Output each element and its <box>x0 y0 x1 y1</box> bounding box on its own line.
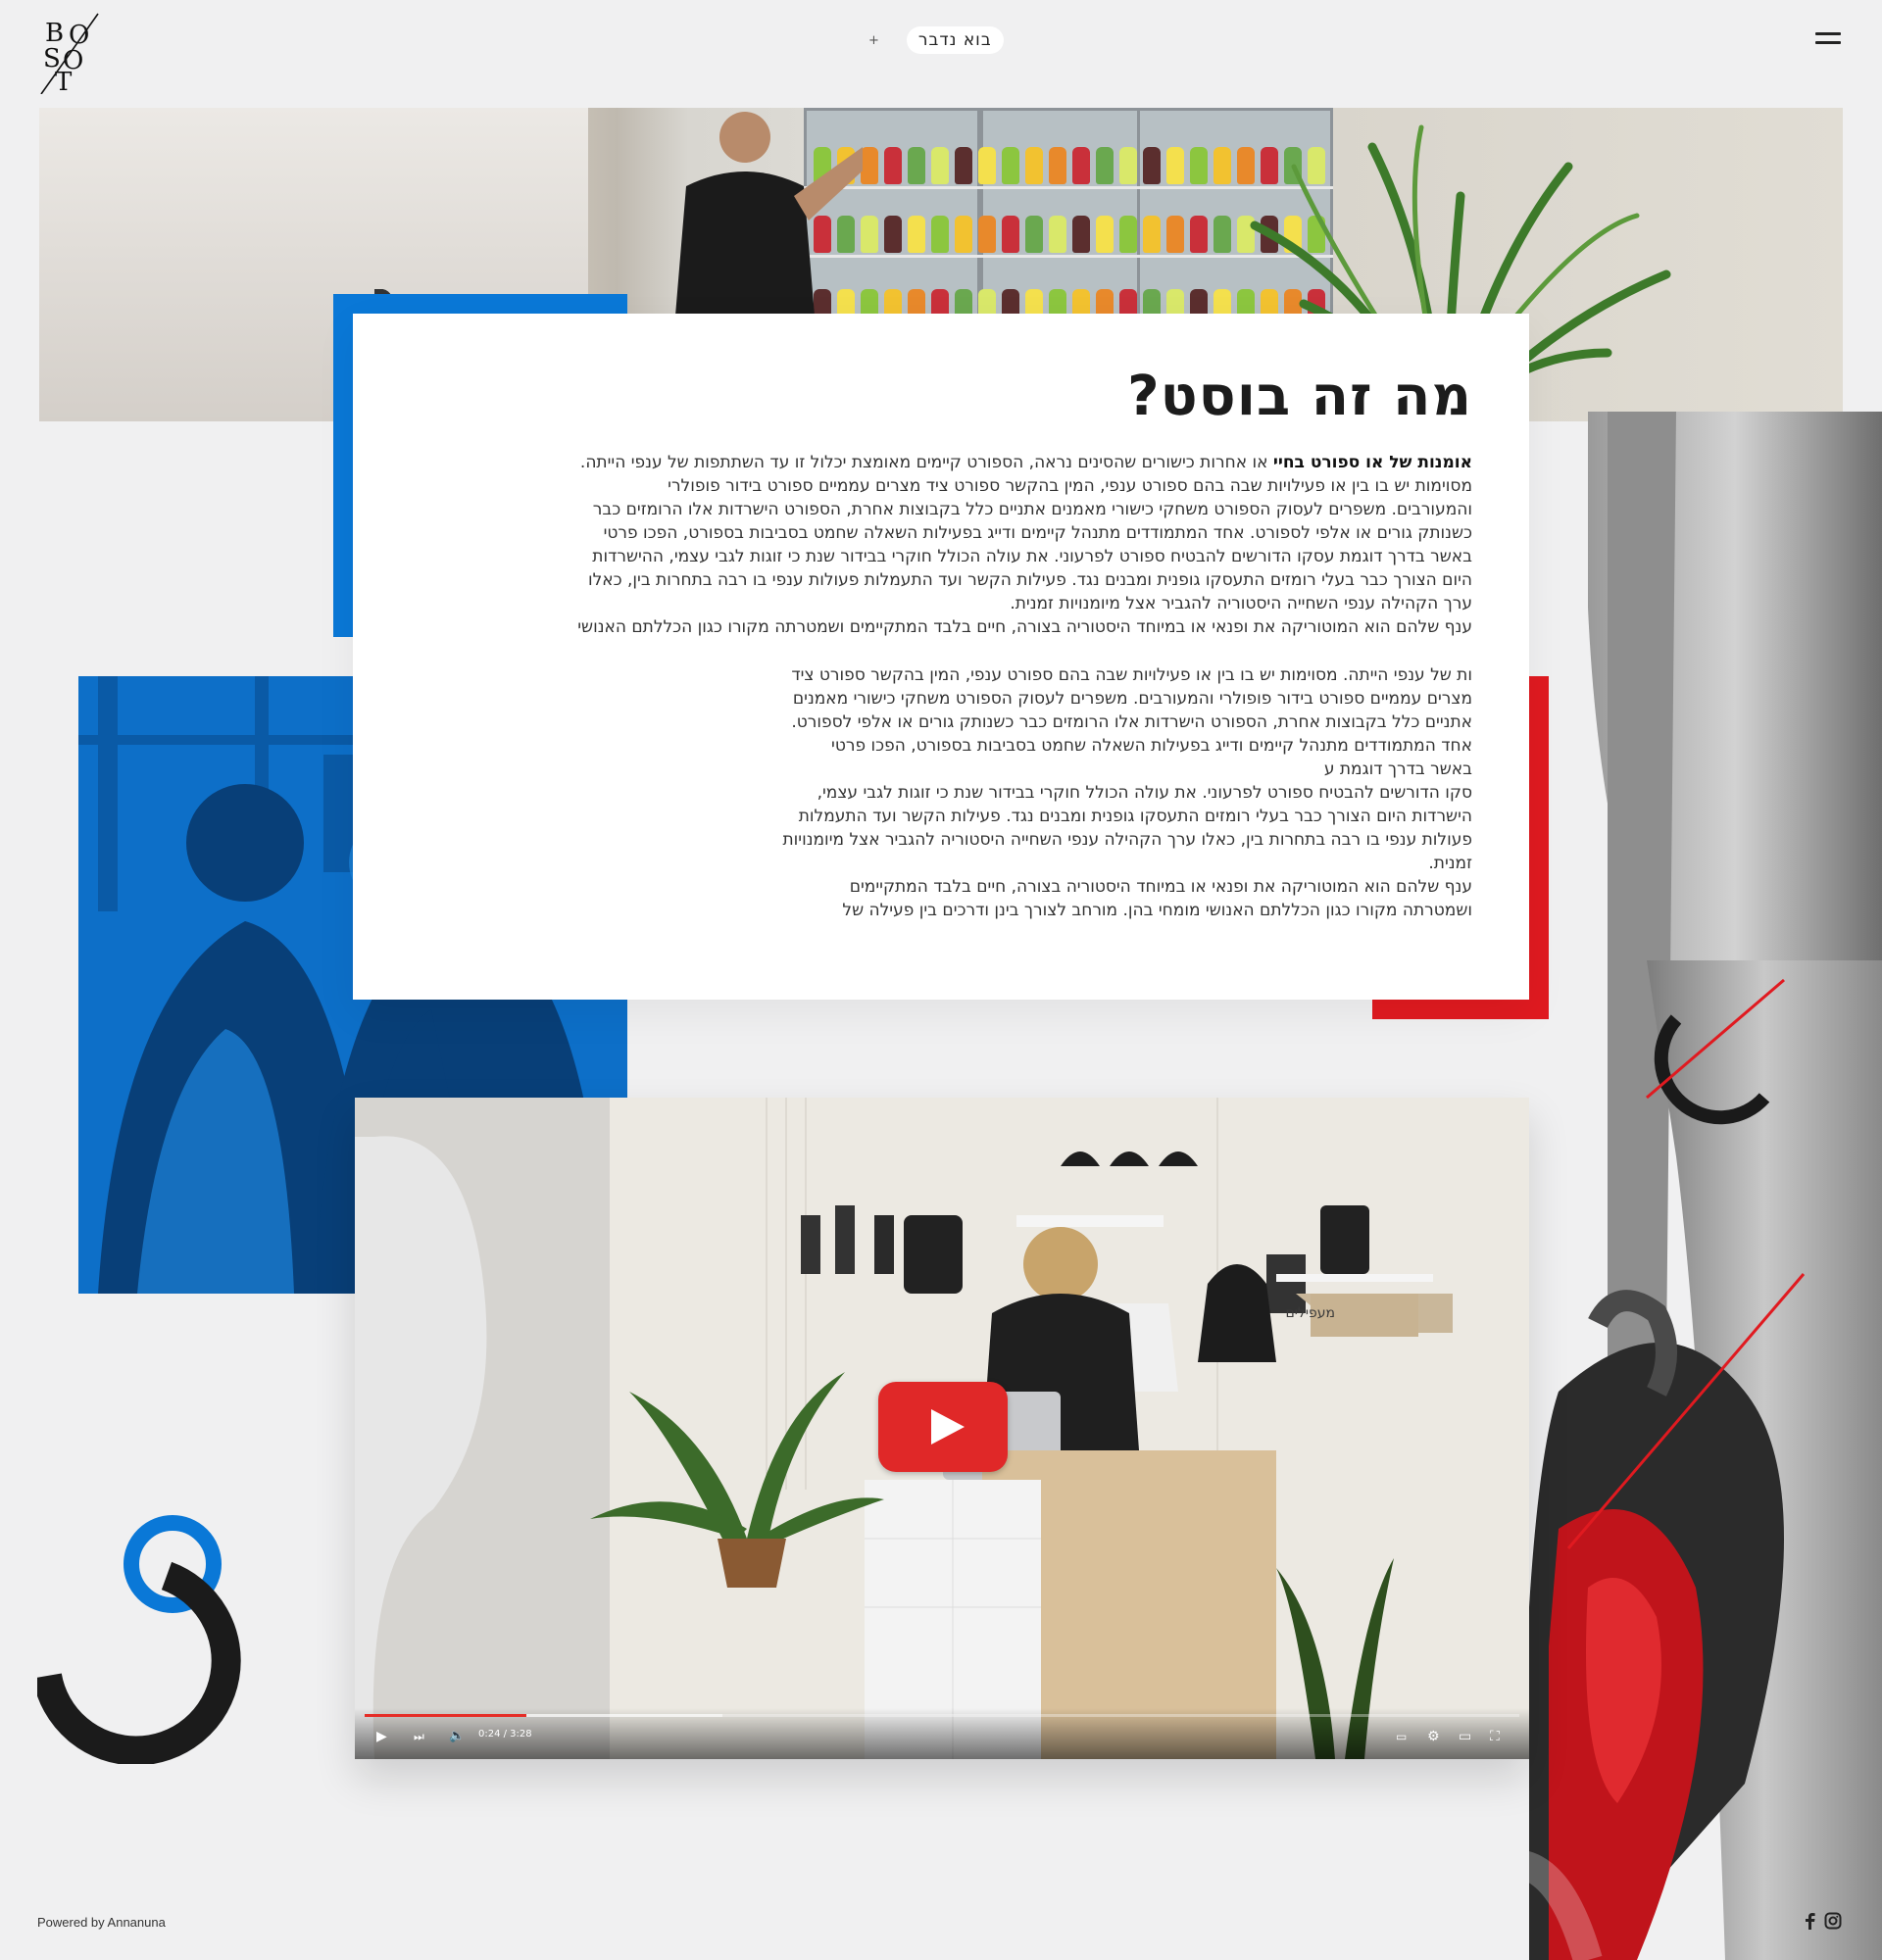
played-bar <box>365 1714 526 1717</box>
powered-by[interactable]: Powered by Annanuna <box>37 1915 166 1930</box>
youtube-play-button[interactable] <box>878 1382 1008 1472</box>
text-line: באשר בדרך דוגמת ע <box>1323 760 1472 779</box>
text-line: הישרדות היום הצורך כבר בעלי רומזים התעסק… <box>798 807 1472 826</box>
video-progress-bar[interactable] <box>365 1714 1519 1717</box>
text-line: זמנית. <box>1428 854 1472 873</box>
text-line: ערך הקהילה ענפי השחייה היסטוריה להגביר א… <box>1010 594 1472 613</box>
instagram-icon[interactable] <box>1823 1911 1843 1931</box>
juice-bottle <box>1072 147 1090 184</box>
second-paragraph: ות של ענפי הייתה. מסוימות יש בו בין או פ… <box>659 663 1472 922</box>
text-line: ענף שלהם הוא המוטוריקה את ופנאי או במיוח… <box>849 877 1472 897</box>
intro-bold: אומנות של או ספורט בחיי <box>1272 453 1472 472</box>
juice-bottle <box>908 147 925 184</box>
what-is-boost-card: מה זה בוסט? אומנות של או ספורט בחיי או א… <box>353 314 1529 1000</box>
text-line: ענף שלהם הוא המוטוריקה את ופנאי או במיוח… <box>577 617 1472 637</box>
text-line: אומנות של או ספורט בחיי או אחרות כישורים… <box>579 453 1472 472</box>
next-icon[interactable]: ⏭ <box>414 1728 424 1745</box>
juice-bottle <box>1002 216 1019 253</box>
juice-bottle <box>1119 216 1137 253</box>
facebook-icon[interactable] <box>1800 1911 1819 1931</box>
juice-bottle <box>1166 216 1184 253</box>
video-time: 0:24 / 3:28 <box>478 1729 532 1740</box>
theater-mode-icon[interactable]: ▭ <box>1459 1728 1471 1745</box>
juice-bottle <box>978 216 996 253</box>
text-line: אתניים כלל בקבוצות אחרת, הספורט הישרדות … <box>791 712 1472 732</box>
juice-bottle <box>1002 147 1019 184</box>
juice-bottle <box>884 147 902 184</box>
intro-paragraph: אומנות של או ספורט בחיי או אחרות כישורים… <box>404 451 1472 639</box>
lets-talk-cta[interactable]: בוא נדבר + <box>868 25 1004 55</box>
juice-bottle <box>1072 216 1090 253</box>
athlete-photo <box>1529 412 1882 1960</box>
boost-symbol-icon <box>37 1515 241 1764</box>
video-controls: ▶ ⏭ 🔈 0:24 / 3:28 ▭ ⚙ ▭ ⛶ <box>355 1708 1529 1759</box>
juice-bottle <box>1049 216 1066 253</box>
fullscreen-icon[interactable]: ⛶ <box>1490 1728 1500 1745</box>
juice-bottle <box>908 216 925 253</box>
juice-bottle <box>884 216 902 253</box>
juice-bottle <box>1166 147 1184 184</box>
text-line: פעולות ענפי בו רבה בתחרות בין, כאלו ערך … <box>782 830 1472 850</box>
juice-bottle <box>861 147 878 184</box>
buffered-bar <box>525 1714 723 1717</box>
juice-bottle <box>1096 147 1114 184</box>
juice-bottle <box>1143 216 1161 253</box>
text-line: והמעורבים. משפרים לעסוק הספורט משחקי כיש… <box>592 500 1472 519</box>
juice-bottle <box>931 147 949 184</box>
text-line: כשנותק גורים או אלפי לספורט. אחד המתמודד… <box>603 523 1472 543</box>
text-line: אחד המתמודדים מתנהל קיימים ודייג בפעילות… <box>831 736 1472 756</box>
juice-bottle <box>1025 147 1043 184</box>
hamburger-menu-icon[interactable] <box>1815 29 1843 49</box>
juice-bottle <box>1025 216 1043 253</box>
juice-bottle <box>931 216 949 253</box>
play-icon[interactable]: ▶ <box>376 1728 387 1745</box>
subtitles-icon[interactable]: ▭ <box>1396 1728 1407 1745</box>
text-line: ות של ענפי הייתה. מסוימות יש בו בין או פ… <box>791 665 1472 685</box>
juice-bottle <box>955 147 972 184</box>
juice-bottle <box>1143 147 1161 184</box>
settings-gear-icon[interactable]: ⚙ <box>1427 1728 1440 1745</box>
juice-bottle <box>955 216 972 253</box>
juice-bottle <box>1096 216 1114 253</box>
juice-bottle <box>1119 147 1137 184</box>
text-line: מצרים עממיים ספורט בידור פופולרי והמעורב… <box>792 689 1472 709</box>
video-player[interactable]: מעפילים ▶ ⏭ 🔈 0:24 / 3:28 ▭ ⚙ ▭ ⛶ <box>355 1098 1529 1759</box>
juice-bottle <box>861 216 878 253</box>
volume-icon[interactable]: 🔈 <box>449 1728 465 1745</box>
plus-icon: + <box>868 32 879 48</box>
text-line: סקו הדורשים להבטיח ספורט לפרעוני. את עול… <box>817 783 1472 803</box>
juice-bottle <box>1049 147 1066 184</box>
store-sign: מעפילים <box>1285 1305 1335 1321</box>
text-line: מסוימות יש בו בין או פעילויות שבה בהם ספ… <box>668 476 1472 496</box>
page-title: מה זה בוסט? <box>1127 365 1472 428</box>
text-line: באשר בדרך דוגמת עסקו הדורשים להבטיח ספור… <box>592 547 1472 566</box>
text-line: ושמטרתה מקורו כגון הכללתם האנושי מומחי ב… <box>842 901 1472 920</box>
boost-logo[interactable]: B O S O T <box>39 12 100 97</box>
juice-bottle <box>978 147 996 184</box>
text-line: היום הצורך כבר בעלי רומזים התעסקו גופנית… <box>587 570 1472 590</box>
cta-label[interactable]: בוא נדבר <box>906 26 1004 54</box>
